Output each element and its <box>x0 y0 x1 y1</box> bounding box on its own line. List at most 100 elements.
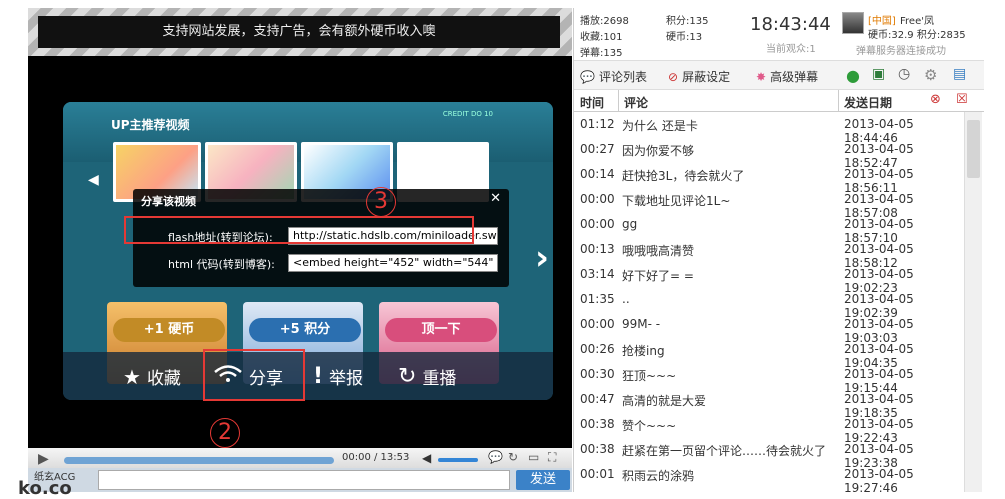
comment-row[interactable]: 00:01 积雨云的涂鸦 2013-04-05 19:27:46 <box>574 462 964 492</box>
comment-row[interactable]: 00:13 哦哦哦高清赞 2013-04-05 18:58:12 <box>574 237 964 270</box>
user-region: [中国] <box>868 16 896 27</box>
loop-icon[interactable]: ↻ <box>508 450 518 464</box>
comment-text: 赶紧在第一页留个评论……待会就火了 <box>622 444 827 458</box>
html-code-field[interactable]: <embed height="452" width="544" <box>288 254 498 272</box>
danmaku-count: 弹幕:135 <box>580 48 623 59</box>
wifi-icon <box>213 364 243 389</box>
share-dialog: 分享该视频 ✕ flash地址(转到论坛): http://static.hds… <box>133 189 509 287</box>
replay-label: 重播 <box>422 369 457 389</box>
column-divider <box>838 90 839 112</box>
comment-time: 00:00 <box>580 192 615 206</box>
favorite-button[interactable]: ★ 收藏 <box>123 364 181 390</box>
replay-button[interactable]: ↻ 重播 <box>398 364 456 389</box>
tab-advanced-danmaku[interactable]: ✸ 高级弹幕 <box>756 68 818 85</box>
comment-time: 01:12 <box>580 117 615 131</box>
prev-arrow-icon[interactable]: ◀ <box>88 172 99 188</box>
ad-banner: 支持网站发展，支持广告，会有额外硬币收入噢 <box>28 8 572 56</box>
block-icon: ⊘ <box>668 69 679 84</box>
share-label: 分享 <box>249 369 283 389</box>
comment-text: 哦哦哦高清赞 <box>622 244 695 258</box>
comment-row[interactable]: 01:12 为什么 还是卡 2013-04-05 18:44:46 <box>574 112 964 145</box>
report-button[interactable]: ! 举报 <box>313 364 363 389</box>
comment-icon[interactable]: 💬 <box>488 450 503 464</box>
comment-table-header: 时间 评论 发送日期 ⊗ ☒ <box>574 90 984 112</box>
end-screen: UP主推荐视频 CREDIT DO 10 ◀ +1 硬币 +5 积分 顶一下 ›… <box>63 102 553 400</box>
coin-button[interactable]: +1 硬币 <box>113 318 225 342</box>
user-name: Free'凤 <box>900 16 934 27</box>
exclamation-icon: ! <box>313 364 324 389</box>
share-button[interactable]: 分享 <box>213 364 283 389</box>
list-settings-icon[interactable]: ▤ <box>953 66 966 82</box>
comment-time: 00:00 <box>580 217 615 231</box>
chart-icon[interactable]: ▣ <box>872 66 885 82</box>
comment-row[interactable]: 00:47 高清的就是大爱 2013-04-05 19:18:35 <box>574 387 964 420</box>
flash-address-field[interactable]: http://static.hdslb.com/miniloader.sw <box>288 227 498 245</box>
comment-time: 00:38 <box>580 417 615 431</box>
volume-icon[interactable]: ◀ <box>422 451 431 465</box>
comment-row[interactable]: 00:00 gg 2013-04-05 18:57:10 <box>574 212 964 245</box>
comment-text: 积雨云的涂鸦 <box>622 469 695 483</box>
points-button[interactable]: +5 积分 <box>249 318 361 342</box>
comment-row[interactable]: 00:27 因为你爱不够 2013-04-05 18:52:47 <box>574 137 964 170</box>
tab-bar: 💬 评论列表 ⊘ 屏蔽设定 ✸ 高级弹幕 ● ▣ ◷ ⚙ ▤ <box>574 60 984 90</box>
action-bar: ★ 收藏 分享 ! 举报 ↻ 重播 <box>63 352 553 400</box>
block-user-icon[interactable]: ⊗ <box>930 92 941 107</box>
next-arrow-icon[interactable]: › <box>535 238 549 278</box>
comment-row[interactable]: 00:14 赶快抢3L，待会就火了 2013-04-05 18:56:11 <box>574 162 964 195</box>
comment-row[interactable]: 00:00 99M- -2013-04-05 19:03:03 <box>574 312 964 345</box>
share-dialog-title: 分享该视频 <box>141 195 196 208</box>
tab-comment-list-label: 评论列表 <box>598 70 647 84</box>
widescreen-icon[interactable]: ▭ <box>528 450 539 464</box>
comment-row[interactable]: 00:38 赞个~~~ 2013-04-05 19:22:43 <box>574 412 964 445</box>
marker-three: 3 <box>366 187 396 217</box>
scrollbar[interactable] <box>964 112 982 492</box>
tab-advanced-label: 高级弹幕 <box>770 70 819 84</box>
tab-block-label: 屏蔽设定 <box>682 70 731 84</box>
column-date[interactable]: 发送日期 <box>844 94 892 111</box>
comment-text: 高清的就是大爱 <box>622 394 707 408</box>
danmaku-input[interactable] <box>98 470 510 490</box>
comment-text: 99M- - <box>622 317 661 331</box>
tab-comment-list[interactable]: 💬 评论列表 <box>580 68 647 85</box>
marker-two: 2 <box>210 418 240 448</box>
tab-block-settings[interactable]: ⊘ 屏蔽设定 <box>668 68 730 85</box>
close-list-icon[interactable]: ☒ <box>956 92 968 107</box>
credit-text: CREDIT DO 10 <box>442 110 493 118</box>
plays-count: 播放:2698 <box>580 16 629 27</box>
comment-time: 00:26 <box>580 342 615 356</box>
comment-row[interactable]: 01:35.. 2013-04-05 19:02:39 <box>574 287 964 320</box>
comment-row[interactable]: 00:00 下载地址见评论1L~ 2013-04-05 18:57:08 <box>574 187 964 220</box>
column-comment[interactable]: 评论 <box>624 94 648 111</box>
favorite-label: 收藏 <box>146 369 181 389</box>
star-icon: ★ <box>123 364 141 389</box>
send-button[interactable]: 发送 <box>516 470 570 490</box>
comment-time: 01:35 <box>580 292 615 306</box>
comment-text: gg <box>622 217 638 231</box>
ad-text: 支持网站发展，支持广告，会有额外硬币收入噢 <box>38 16 560 48</box>
comment-text: 赞个~~~ <box>622 419 677 433</box>
comment-text: 抢楼ing <box>622 344 665 358</box>
progress-bar[interactable] <box>64 457 334 464</box>
top-button[interactable]: 顶一下 <box>385 318 497 342</box>
clock-icon[interactable]: ◷ <box>898 66 910 82</box>
sparkle-icon: ✸ <box>756 69 767 84</box>
comment-time: 00:47 <box>580 392 615 406</box>
column-time[interactable]: 时间 <box>580 94 604 111</box>
comment-row[interactable]: 03:14 好下好了= = 2013-04-05 19:02:23 <box>574 262 964 295</box>
gear-icon[interactable]: ⚙ <box>924 66 937 84</box>
close-icon[interactable]: ✕ <box>490 191 501 206</box>
comment-row[interactable]: 00:38 赶紧在第一页留个评论……待会就火了 2013-04-05 19:23:3… <box>574 437 964 470</box>
comment-text: 为什么 还是卡 <box>622 119 698 133</box>
scrollbar-thumb[interactable] <box>967 120 980 178</box>
watermark-line2: ko.co <box>18 478 72 499</box>
replay-icon: ↻ <box>398 364 417 389</box>
fullscreen-icon[interactable]: ⛶ <box>548 450 556 465</box>
comment-row[interactable]: 00:26 抢楼ing 2013-04-05 19:04:35 <box>574 337 964 370</box>
comment-row[interactable]: 00:30 狂顶~~~ 2013-04-05 19:15:44 <box>574 362 964 395</box>
chat-bubble-icon: 💬 <box>580 69 595 84</box>
user-icon[interactable]: ● <box>846 66 860 85</box>
volume-slider[interactable] <box>438 458 478 462</box>
comment-time: 00:01 <box>580 467 615 481</box>
comment-list: 01:12 为什么 还是卡 2013-04-05 18:44:46 00:27 因为你爱… <box>574 112 964 492</box>
avatar[interactable] <box>842 12 864 34</box>
